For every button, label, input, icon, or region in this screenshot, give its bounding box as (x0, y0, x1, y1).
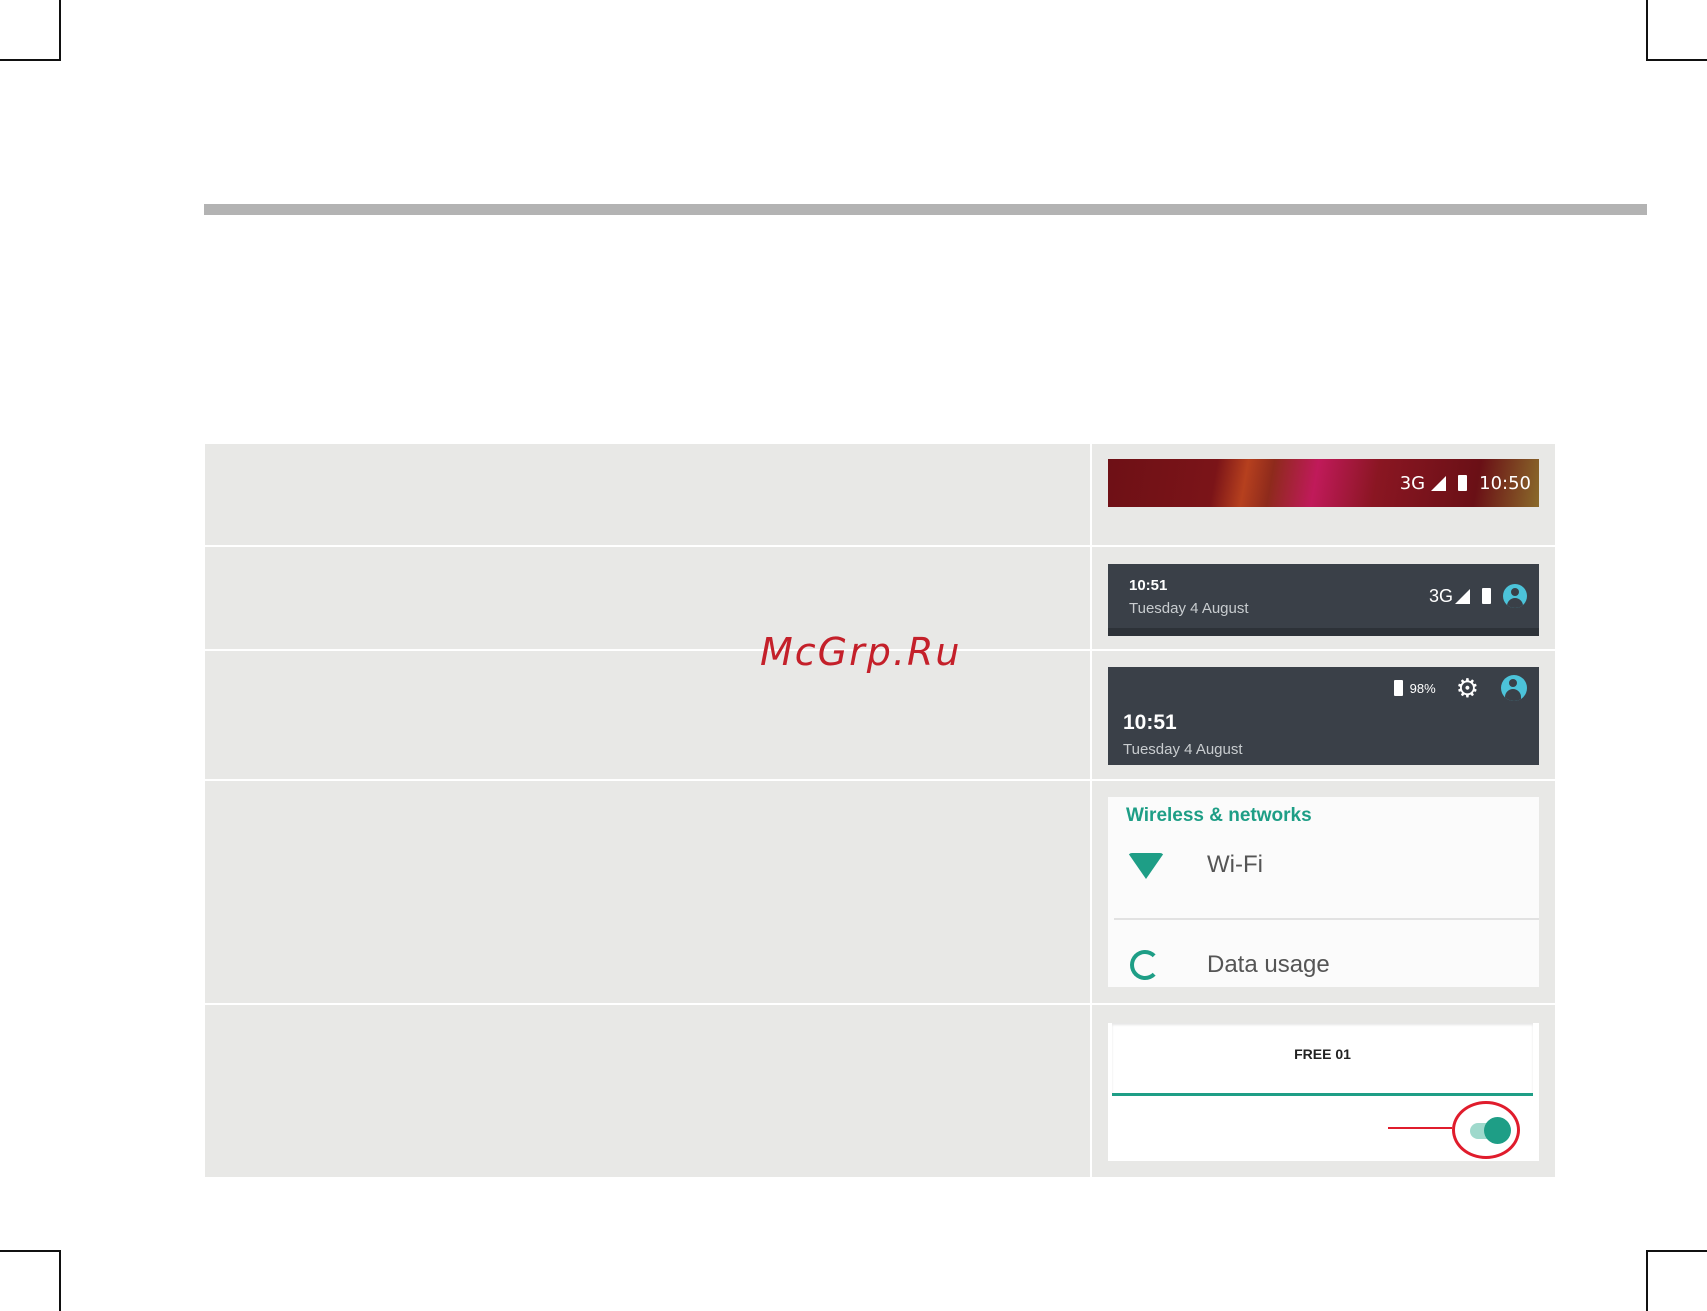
signal-icon (1455, 588, 1470, 604)
expanded-header[interactable]: 98% ⚙ 10:51 Tuesday 4 August (1108, 667, 1539, 765)
header-time: 10:51 (1123, 711, 1177, 734)
user-avatar-icon[interactable] (1503, 584, 1527, 608)
table-row: FREE 01 (205, 1005, 1555, 1177)
watermark: McGrp.Ru (760, 630, 962, 674)
battery-icon (1482, 588, 1491, 604)
table-row: Wireless & networks Wi-Fi Data usage (205, 781, 1555, 1003)
image-cell: 3G 10:50 (1092, 444, 1555, 545)
divider (1114, 918, 1539, 920)
text-cell (205, 444, 1090, 545)
network-type: 3G (1399, 472, 1426, 494)
crop-mark (1646, 0, 1648, 61)
notification-header[interactable]: 10:51 Tuesday 4 August 3G (1108, 564, 1539, 636)
header-date: Tuesday 4 August (1129, 600, 1249, 617)
crop-mark (59, 0, 61, 61)
network-name: FREE 01 (1294, 1046, 1351, 1062)
callout-circle (1452, 1101, 1520, 1159)
status-bar[interactable]: 3G 10:50 (1108, 459, 1539, 507)
image-cell: Wireless & networks Wi-Fi Data usage (1092, 781, 1555, 1003)
network-title-bar: FREE 01 (1112, 1023, 1533, 1096)
battery-percent: 98% (1409, 680, 1436, 696)
table-row: 3G 10:50 (205, 444, 1555, 545)
text-cell (205, 1005, 1090, 1177)
header-icons: 3G (1429, 584, 1527, 608)
header-time: 10:51 (1129, 577, 1168, 594)
header-date: Tuesday 4 August (1123, 741, 1243, 758)
crop-mark (1646, 1250, 1648, 1311)
text-cell (205, 781, 1090, 1003)
settings-gear-icon[interactable]: ⚙ (1456, 675, 1479, 701)
header-shadow (1108, 628, 1539, 636)
battery-icon (1393, 680, 1403, 696)
status-icons: 3G 10:50 (1400, 459, 1531, 507)
image-cell: 98% ⚙ 10:51 Tuesday 4 August (1092, 651, 1555, 779)
network-panel: FREE 01 (1108, 1023, 1539, 1161)
image-cell: 10:51 Tuesday 4 August 3G (1092, 547, 1555, 649)
crop-mark (0, 59, 61, 61)
callout-line (1388, 1127, 1452, 1129)
wifi-icon (1128, 853, 1164, 879)
battery-icon (1458, 475, 1468, 491)
section-title: Wireless & networks (1126, 805, 1312, 826)
signal-icon (1431, 475, 1447, 491)
data-usage-setting[interactable]: Data usage (1207, 951, 1330, 979)
user-avatar-icon[interactable] (1501, 675, 1527, 701)
status-time: 10:50 (1479, 472, 1531, 494)
crop-mark (1646, 59, 1707, 61)
crop-mark (0, 1250, 61, 1252)
instruction-table: 3G 10:50 10:51 Tuesday 4 August 3G 98% ⚙… (205, 444, 1555, 1179)
header-icons: 98% ⚙ (1393, 673, 1527, 703)
wifi-setting[interactable]: Wi-Fi (1207, 851, 1263, 879)
network-type: 3G (1428, 585, 1453, 606)
header-rule (204, 204, 1647, 215)
image-cell: FREE 01 (1092, 1005, 1555, 1177)
crop-mark (1646, 1250, 1707, 1252)
settings-panel: Wireless & networks Wi-Fi Data usage (1108, 797, 1539, 987)
data-usage-icon (1130, 950, 1160, 980)
crop-mark (59, 1250, 61, 1311)
